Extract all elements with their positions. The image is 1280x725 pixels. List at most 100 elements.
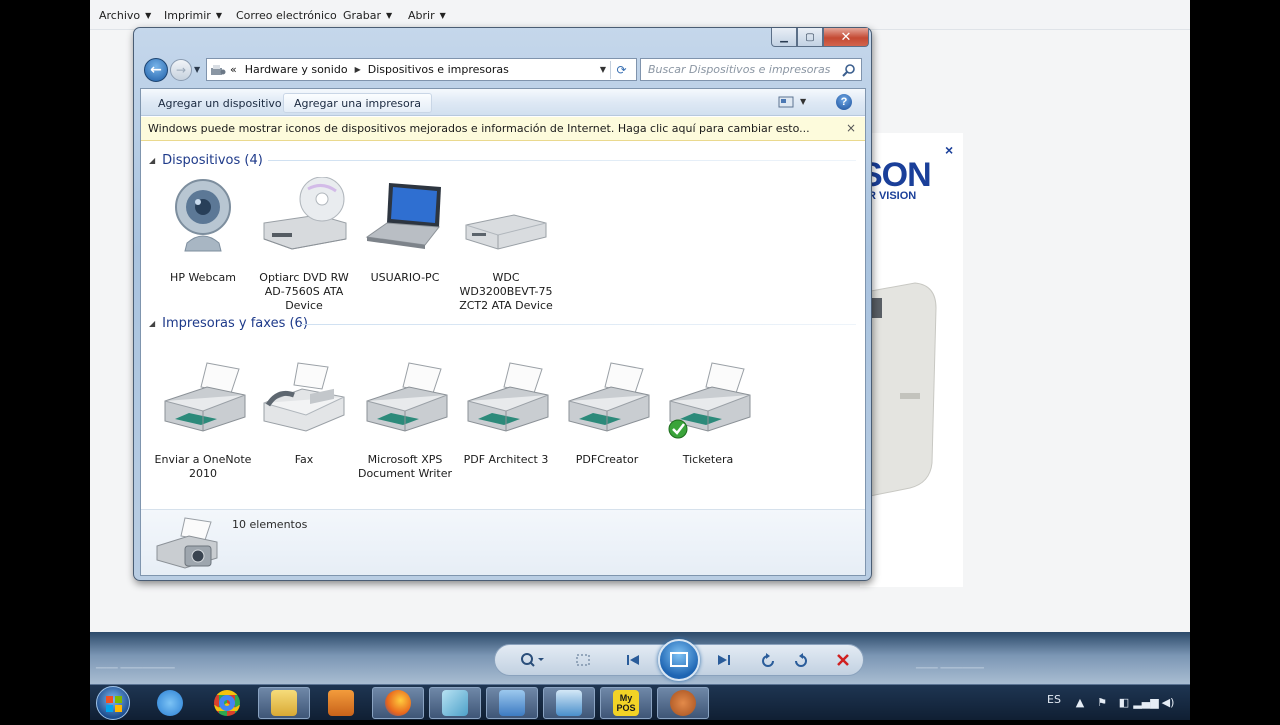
forward-button[interactable]: → <box>170 59 192 81</box>
taskbar-chrome[interactable] <box>201 687 253 719</box>
refresh-icon[interactable]: ⟳ <box>610 61 632 79</box>
zoom-icon[interactable] <box>515 648 549 672</box>
address-bar[interactable]: « Hardware y sonido ▶ Dispositivos e imp… <box>206 58 637 81</box>
printer-icon <box>467 362 549 432</box>
breadcrumb-hardware[interactable]: Hardware y sonido <box>245 63 348 76</box>
devices-printers-icon <box>156 517 218 569</box>
epson-ad-image: SON UR VISION × <box>860 133 963 587</box>
taskbar-explorer[interactable] <box>258 687 310 719</box>
device-item-hdd[interactable]: WDC WD3200BEVT-75 ZCT2 ATA Device <box>457 177 555 313</box>
network-icon[interactable]: ▂▄▆ <box>1133 695 1158 709</box>
maximize-button[interactable]: ▢ <box>797 28 823 47</box>
recent-pages-dropdown[interactable]: ▼ <box>194 65 200 74</box>
group-devices-header[interactable]: ◢ Dispositivos (4) <box>149 153 263 168</box>
menu-imprimir[interactable]: Imprimir ▼ <box>164 9 222 22</box>
menu-label: Archivo <box>99 9 141 22</box>
printer-item-ticketera[interactable]: Ticketera <box>659 359 757 467</box>
printer-item-onenote[interactable]: Enviar a OneNote 2010 <box>154 359 252 481</box>
close-icon: ✕ <box>840 29 852 45</box>
search-icon[interactable] <box>842 63 856 77</box>
app-icon <box>442 690 468 716</box>
back-button[interactable]: ← <box>144 58 168 82</box>
menu-label: Correo electrónico <box>236 9 337 22</box>
search-input[interactable]: Buscar Dispositivos e impresoras <box>640 58 862 81</box>
internet-explorer-icon <box>157 690 183 716</box>
group-printers-header[interactable]: ◢ Impresoras y faxes (6) <box>149 316 308 331</box>
group-divider <box>301 324 856 325</box>
printer-item-xps[interactable]: Microsoft XPS Document Writer <box>356 359 454 481</box>
taskbar: My POS ES ▲ ⚑ ◧ ▂▄▆ ◀) <box>90 684 1190 720</box>
printer-item-fax[interactable]: Fax <box>255 359 353 467</box>
action-center-flag-icon[interactable]: ⚑ <box>1095 695 1109 709</box>
taskbar-control-panel[interactable] <box>486 687 538 719</box>
taskbar-app[interactable] <box>429 687 481 719</box>
collapse-triangle-icon[interactable]: ◢ <box>149 319 155 328</box>
taskbar-media-player[interactable] <box>315 687 367 719</box>
menu-archivo[interactable]: Archivo ▼ <box>99 9 151 22</box>
printer-item-pdf-architect[interactable]: PDF Architect 3 <box>457 359 555 467</box>
taskbar-ie[interactable] <box>144 687 196 719</box>
firefox-icon <box>385 690 411 716</box>
device-item-dvd[interactable]: Optiarc DVD RW AD-7560S ATA Device <box>255 176 353 313</box>
close-icon[interactable]: × <box>945 142 953 158</box>
mypos-icon: My POS <box>613 690 639 716</box>
add-printer-button[interactable]: Agregar una impresora <box>283 93 433 113</box>
info-bar[interactable]: Windows puede mostrar iconos de disposit… <box>141 117 865 141</box>
info-bar-text[interactable]: Windows puede mostrar iconos de disposit… <box>148 122 810 135</box>
taskbar-photo-viewer[interactable] <box>543 687 595 719</box>
slideshow-button[interactable] <box>658 639 700 681</box>
rotate-left-icon[interactable] <box>757 648 781 672</box>
menu-grabar[interactable]: Grabar ▼ <box>343 9 392 22</box>
close-icon[interactable]: × <box>846 121 856 135</box>
menu-abrir[interactable]: Abrir ▼ <box>408 9 446 22</box>
chevron-down-icon: ▼ <box>386 11 393 20</box>
printer-label: PDF Architect 3 <box>463 453 549 466</box>
viewer-menubar: Archivo ▼ Imprimir ▼ Correo electrónico Gr… <box>90 0 1190 30</box>
window-controls: ▁ ▢ ✕ <box>771 28 869 48</box>
taskbar-firefox[interactable] <box>372 687 424 719</box>
add-device-button[interactable]: Agregar un dispositivo <box>148 93 292 113</box>
group-title: Impresoras y faxes (6) <box>162 316 308 331</box>
printer-label: PDFCreator <box>575 453 639 466</box>
security-icon[interactable]: ◧ <box>1117 695 1131 709</box>
delete-icon[interactable] <box>831 648 855 672</box>
chevron-down-icon[interactable]: ▼ <box>800 97 806 106</box>
chevron-down-icon: ▼ <box>215 11 222 20</box>
arrow-right-icon: → <box>175 63 187 77</box>
printer-item-pdfcreator[interactable]: PDFCreator <box>558 359 656 467</box>
taskbar-glove[interactable] <box>657 687 709 719</box>
start-button[interactable] <box>96 686 130 720</box>
arrow-left-icon: ← <box>150 62 162 78</box>
taskbar-mypos[interactable]: My POS <box>600 687 652 719</box>
windows-logo-icon <box>106 696 122 712</box>
fit-window-icon[interactable] <box>571 648 595 672</box>
chevron-down-icon[interactable]: ▼ <box>600 65 606 74</box>
view-options-icon[interactable] <box>778 95 794 109</box>
fax-icon <box>263 362 345 432</box>
minimize-icon: ▁ <box>780 31 788 43</box>
show-hidden-icons[interactable]: ▲ <box>1073 695 1087 709</box>
device-label: HP Webcam <box>170 271 236 284</box>
language-indicator[interactable]: ES <box>1047 693 1061 706</box>
device-item-laptop[interactable]: USUARIO-PC <box>356 177 454 285</box>
menu-label: Grabar <box>343 9 382 22</box>
menu-correo[interactable]: Correo electrónico <box>236 9 337 22</box>
breadcrumb-overflow[interactable]: « <box>230 63 237 76</box>
device-item-webcam[interactable]: HP Webcam <box>154 177 252 285</box>
rotate-right-icon[interactable] <box>788 648 812 672</box>
search-placeholder: Buscar Dispositivos e impresoras <box>648 63 831 76</box>
minimize-button[interactable]: ▁ <box>771 28 797 47</box>
group-title: Dispositivos (4) <box>162 153 263 168</box>
breadcrumb-devices[interactable]: Dispositivos e impresoras <box>368 63 509 76</box>
printer-label: Microsoft XPS Document Writer <box>357 453 453 480</box>
close-button[interactable]: ✕ <box>823 28 869 47</box>
maximize-icon: ▢ <box>805 31 815 43</box>
chevron-right-icon[interactable]: ▶ <box>355 65 361 74</box>
next-icon[interactable] <box>711 648 735 672</box>
printer-icon <box>568 362 650 432</box>
volume-icon[interactable]: ◀) <box>1161 695 1175 709</box>
previous-icon[interactable] <box>622 648 646 672</box>
help-icon[interactable]: ? <box>836 94 852 110</box>
collapse-triangle-icon[interactable]: ◢ <box>149 156 155 165</box>
viewer-controls <box>494 639 864 681</box>
